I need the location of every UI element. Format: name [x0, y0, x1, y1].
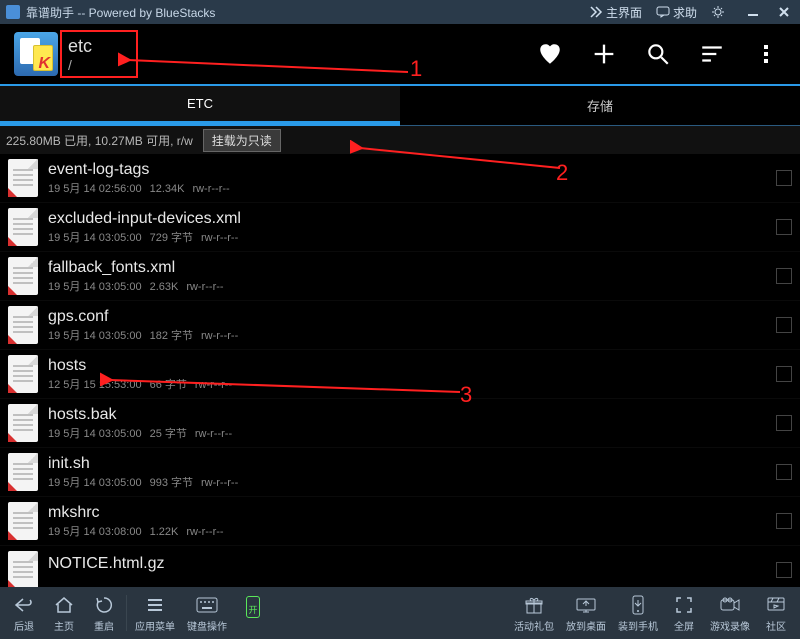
file-info: hosts 12 5月 15 15:53:0066 字节rw-r--r-- — [48, 357, 768, 392]
toggle-on-button[interactable]: 开 — [233, 596, 273, 631]
file-row[interactable]: fallback_fonts.xml 19 5月 14 03:05:002.63… — [0, 252, 800, 301]
back-button[interactable]: 后退 — [4, 594, 44, 633]
close-button[interactable] — [777, 5, 794, 19]
file-info: fallback_fonts.xml 19 5月 14 03:05:002.63… — [48, 259, 768, 294]
restart-button[interactable]: 重启 — [84, 594, 124, 633]
file-checkbox[interactable] — [776, 464, 792, 480]
file-meta: 19 5月 14 03:05:002.63Krw-r--r-- — [48, 278, 768, 294]
file-checkbox[interactable] — [776, 415, 792, 431]
file-meta: 19 5月 14 03:05:0025 字节rw-r--r-- — [48, 425, 768, 441]
search-button[interactable] — [638, 34, 678, 74]
mount-readonly-button[interactable]: 挂载为只读 — [203, 129, 281, 152]
file-meta: 19 5月 14 02:56:0012.34Krw-r--r-- — [48, 180, 768, 196]
file-info: hosts.bak 19 5月 14 03:05:0025 字节rw-r--r-… — [48, 406, 768, 441]
file-name: mkshrc — [48, 504, 768, 522]
folder-name: etc — [68, 36, 92, 57]
file-list: event-log-tags 19 5月 14 02:56:0012.34Krw… — [0, 154, 800, 595]
community-button[interactable]: 社区 — [756, 594, 796, 633]
file-icon — [8, 355, 38, 393]
file-info: mkshrc 19 5月 14 03:08:001.22Krw-r--r-- — [48, 504, 768, 539]
file-info: NOTICE.html.gz — [48, 555, 768, 586]
bottom-toolbar: 后退 主页 重启 应用菜单 键盘操作 开 活动礼包 放到桌面 装到手机 全屏 游… — [0, 587, 800, 639]
tabs: ETC 存储 — [0, 86, 800, 126]
file-meta: 12 5月 15 15:53:0066 字节rw-r--r-- — [48, 376, 768, 392]
storage-status: 225.80MB 已用, 10.27MB 可用, r/w — [6, 132, 193, 149]
file-row[interactable]: hosts 12 5月 15 15:53:0066 字节rw-r--r-- — [0, 350, 800, 399]
settings-button[interactable] — [711, 5, 728, 19]
home-button[interactable]: 主页 — [44, 594, 84, 633]
tab-storage[interactable]: 存储 — [400, 86, 800, 126]
file-info: event-log-tags 19 5月 14 02:56:0012.34Krw… — [48, 161, 768, 196]
keyboard-button[interactable]: 键盘操作 — [181, 594, 233, 633]
file-meta: 19 5月 14 03:05:00182 字节rw-r--r-- — [48, 327, 768, 343]
file-icon — [8, 306, 38, 344]
file-checkbox[interactable] — [776, 513, 792, 529]
main-ui-button[interactable]: 主界面 — [589, 4, 642, 21]
add-button[interactable] — [584, 34, 624, 74]
file-row[interactable]: gps.conf 19 5月 14 03:05:00182 字节rw-r--r-… — [0, 301, 800, 350]
file-meta: 19 5月 14 03:05:00729 字节rw-r--r-- — [48, 229, 768, 245]
folder-path: / — [68, 57, 92, 73]
tab-etc[interactable]: ETC — [0, 86, 400, 126]
file-meta: 19 5月 14 03:05:00993 字节rw-r--r-- — [48, 474, 768, 490]
file-name: NOTICE.html.gz — [48, 555, 768, 573]
file-info: gps.conf 19 5月 14 03:05:00182 字节rw-r--r-… — [48, 308, 768, 343]
app-menu-button[interactable]: 应用菜单 — [129, 594, 181, 633]
file-name: hosts.bak — [48, 406, 768, 424]
file-checkbox[interactable] — [776, 562, 792, 578]
file-row[interactable]: excluded-input-devices.xml 19 5月 14 03:0… — [0, 203, 800, 252]
file-checkbox[interactable] — [776, 219, 792, 235]
file-checkbox[interactable] — [776, 268, 792, 284]
minimize-button[interactable] — [746, 5, 763, 19]
file-name: hosts — [48, 357, 768, 375]
file-icon — [8, 453, 38, 491]
sort-button[interactable] — [692, 34, 732, 74]
file-icon — [8, 551, 38, 589]
file-icon — [8, 502, 38, 540]
window-title: 靠谱助手 -- Powered by BlueStacks — [26, 4, 215, 21]
fullscreen-button[interactable]: 全屏 — [664, 594, 704, 633]
file-icon — [8, 404, 38, 442]
file-row[interactable]: mkshrc 19 5月 14 03:08:001.22Krw-r--r-- — [0, 497, 800, 546]
file-name: fallback_fonts.xml — [48, 259, 768, 277]
app-logo — [6, 5, 20, 19]
desktop-button[interactable]: 放到桌面 — [560, 594, 612, 633]
app-header: K etc / — [0, 24, 800, 84]
menu-button[interactable] — [746, 34, 786, 74]
file-icon — [8, 159, 38, 197]
file-checkbox[interactable] — [776, 170, 792, 186]
file-row[interactable]: hosts.bak 19 5月 14 03:05:0025 字节rw-r--r-… — [0, 399, 800, 448]
file-meta — [48, 574, 768, 586]
file-name: gps.conf — [48, 308, 768, 326]
path-display[interactable]: etc / — [68, 36, 92, 73]
window-titlebar: 靠谱助手 -- Powered by BlueStacks 主界面 求助 — [0, 0, 800, 24]
file-checkbox[interactable] — [776, 366, 792, 382]
gift-button[interactable]: 活动礼包 — [508, 594, 560, 633]
file-row[interactable]: event-log-tags 19 5月 14 02:56:0012.34Krw… — [0, 154, 800, 203]
file-icon — [8, 208, 38, 246]
file-manager-icon: K — [14, 32, 58, 76]
record-button[interactable]: 游戏录像 — [704, 594, 756, 633]
file-checkbox[interactable] — [776, 317, 792, 333]
file-name: init.sh — [48, 455, 768, 473]
file-name: event-log-tags — [48, 161, 768, 179]
file-info: excluded-input-devices.xml 19 5月 14 03:0… — [48, 210, 768, 245]
file-name: excluded-input-devices.xml — [48, 210, 768, 228]
help-button[interactable]: 求助 — [656, 4, 697, 21]
file-meta: 19 5月 14 03:08:001.22Krw-r--r-- — [48, 523, 768, 539]
file-row[interactable]: init.sh 19 5月 14 03:05:00993 字节rw-r--r-- — [0, 448, 800, 497]
file-icon — [8, 257, 38, 295]
favorite-button[interactable] — [530, 34, 570, 74]
status-bar: 225.80MB 已用, 10.27MB 可用, r/w 挂载为只读 — [0, 126, 800, 154]
install-phone-button[interactable]: 装到手机 — [612, 594, 664, 633]
file-info: init.sh 19 5月 14 03:05:00993 字节rw-r--r-- — [48, 455, 768, 490]
